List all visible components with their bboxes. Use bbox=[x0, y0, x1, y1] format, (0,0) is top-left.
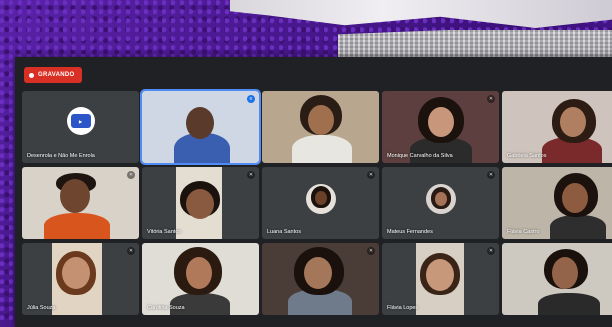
participant-name: Mateus Fernandes bbox=[387, 229, 433, 235]
video-feed bbox=[262, 243, 379, 315]
participant-name: Carolina Souza bbox=[147, 305, 185, 311]
participant-tile[interactable]: ✕ bbox=[262, 243, 379, 315]
mic-muted-icon: ✕ bbox=[487, 247, 495, 255]
participant-name: Gabriela Santos bbox=[507, 153, 547, 159]
participant-name: Desenrola e Não Me Enrola bbox=[27, 153, 95, 159]
organization-logo: ▶ bbox=[66, 107, 95, 136]
participant-name: Vitória Santos bbox=[147, 229, 182, 235]
participant-tile[interactable]: ✕ bbox=[22, 167, 139, 239]
mic-muted-icon: ✕ bbox=[127, 171, 135, 179]
participant-tile[interactable]: Gabriela Santos bbox=[502, 91, 612, 163]
participant-name: Flávia Castro bbox=[507, 229, 540, 235]
participant-tile[interactable] bbox=[502, 243, 612, 315]
logo-mark: ▶ bbox=[70, 114, 91, 129]
mic-muted-icon: ✕ bbox=[367, 171, 375, 179]
video-feed bbox=[22, 167, 139, 239]
participant-avatar bbox=[425, 183, 456, 214]
video-call-window: GRAVANDO ▶ Desenrola e Não Me Enrola ≡ ✕… bbox=[15, 57, 612, 327]
participant-tile[interactable]: ✕ Flávia Lopes bbox=[382, 243, 499, 315]
recording-label: GRAVANDO bbox=[38, 72, 75, 78]
recording-indicator[interactable]: GRAVANDO bbox=[24, 67, 82, 83]
mic-muted-icon: ✕ bbox=[247, 171, 255, 179]
record-dot-icon bbox=[29, 72, 34, 78]
participant-tile[interactable]: Flávia Castro bbox=[502, 167, 612, 239]
mic-muted-icon: ✕ bbox=[487, 95, 495, 103]
participant-tile[interactable]: ✕ Júlia Souza bbox=[22, 243, 139, 315]
participant-name: Monique Carvalho da Silva bbox=[387, 153, 453, 159]
participant-tile[interactable]: ✕ Vitória Santos bbox=[142, 167, 259, 239]
speaking-indicator-icon: ≡ bbox=[247, 95, 255, 103]
video-feed bbox=[502, 243, 612, 315]
participant-name: Júlia Souza bbox=[27, 305, 56, 311]
mic-muted-icon: ✕ bbox=[367, 247, 375, 255]
participant-tile-speaking[interactable]: ≡ bbox=[140, 89, 261, 165]
participant-tile[interactable]: Carolina Souza bbox=[142, 243, 259, 315]
video-feed bbox=[142, 91, 259, 163]
participant-tile[interactable] bbox=[262, 91, 379, 163]
participant-tile[interactable]: ✕ Luana Santos bbox=[262, 167, 379, 239]
mic-muted-icon: ✕ bbox=[127, 247, 135, 255]
participant-name: Flávia Lopes bbox=[387, 305, 419, 311]
participant-name: Luana Santos bbox=[267, 229, 301, 235]
participant-tile[interactable]: ✕ Monique Carvalho da Silva bbox=[382, 91, 499, 163]
participant-avatar bbox=[305, 183, 336, 214]
participant-tile[interactable]: ✕ Mateus Fernandes bbox=[382, 167, 499, 239]
video-feed bbox=[262, 91, 379, 163]
participant-tile[interactable]: ▶ Desenrola e Não Me Enrola bbox=[22, 91, 139, 163]
mic-muted-icon: ✕ bbox=[487, 171, 495, 179]
